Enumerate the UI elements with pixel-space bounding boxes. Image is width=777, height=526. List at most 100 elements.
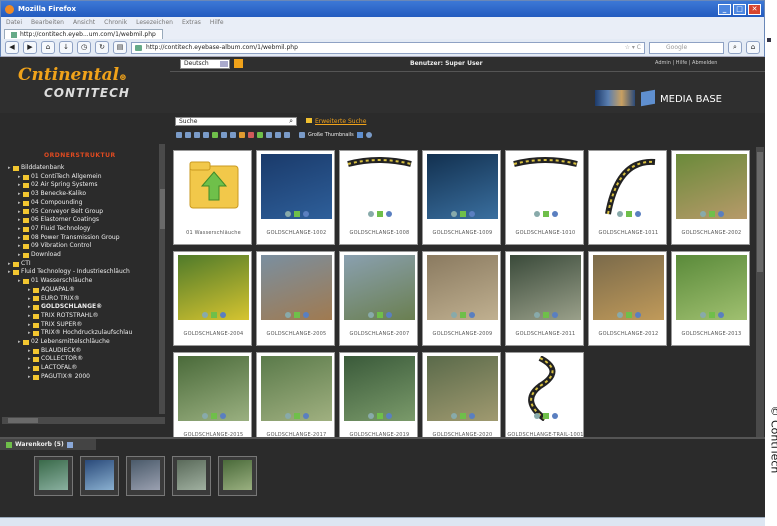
expand-icon[interactable]: ▸ bbox=[18, 208, 21, 217]
menu-item[interactable]: Datei bbox=[6, 19, 22, 26]
info-icon[interactable] bbox=[303, 312, 309, 318]
expand-icon[interactable]: ▸ bbox=[28, 321, 31, 330]
zoom-icon[interactable] bbox=[700, 211, 706, 217]
expand-icon[interactable]: ▸ bbox=[28, 286, 31, 295]
search-input[interactable]: Suche ⌕ bbox=[175, 117, 297, 126]
expand-icon[interactable]: ▸ bbox=[18, 234, 21, 243]
tree-item[interactable]: ▸ 08 Power Transmission Group bbox=[2, 234, 165, 243]
browser-search-input[interactable]: Google bbox=[649, 41, 724, 54]
zoom-icon[interactable] bbox=[451, 211, 457, 217]
thumbnail-card[interactable]: GOLDSCHLANGE-TRAIL-1001 bbox=[505, 352, 584, 447]
upload-icon[interactable] bbox=[212, 132, 218, 138]
toolbar-icon-4[interactable] bbox=[203, 132, 209, 138]
zoom-icon[interactable] bbox=[285, 413, 291, 419]
info-icon[interactable] bbox=[718, 211, 724, 217]
info-icon[interactable] bbox=[386, 413, 392, 419]
add-to-cart-icon[interactable] bbox=[709, 312, 715, 318]
reload-button[interactable]: ↻ bbox=[95, 41, 109, 54]
tree-item[interactable]: ▸ Fluid Technology - Industrieschläuch bbox=[2, 268, 165, 277]
thumbnail-image[interactable] bbox=[676, 154, 747, 219]
sidebar-horizontal-scrollbar[interactable] bbox=[2, 417, 165, 424]
add-to-cart-icon[interactable] bbox=[626, 312, 632, 318]
grid-scrollbar[interactable] bbox=[756, 147, 764, 437]
minimize-button[interactable]: _ bbox=[718, 3, 731, 15]
sidebar-scrollbar[interactable] bbox=[159, 144, 165, 414]
tree-item[interactable]: ▸ CTI bbox=[2, 260, 165, 269]
expand-icon[interactable]: ▸ bbox=[28, 295, 31, 304]
thumbnail-image[interactable] bbox=[510, 255, 581, 320]
tree-item[interactable]: ▸ COLLECTOR® bbox=[2, 355, 165, 364]
home-button[interactable]: ⌂ bbox=[746, 41, 760, 54]
thumbnail-image[interactable] bbox=[344, 255, 415, 320]
expand-icon[interactable]: ▸ bbox=[18, 199, 21, 208]
expand-icon[interactable]: ▸ bbox=[28, 355, 31, 364]
tree-item[interactable]: ▸ 06 Elastomer Coatings bbox=[2, 216, 165, 225]
add-to-cart-icon[interactable] bbox=[543, 312, 549, 318]
zoom-icon[interactable] bbox=[700, 312, 706, 318]
maximize-button[interactable]: □ bbox=[733, 3, 746, 15]
thumbnail-card[interactable]: GOLDSCHLANGE-2019 bbox=[339, 352, 418, 447]
download-icon[interactable]: ↓ bbox=[59, 41, 73, 54]
tree-item[interactable]: ▸ LACTOFAL® bbox=[2, 364, 165, 373]
expand-icon[interactable]: ▸ bbox=[28, 347, 31, 356]
thumbnail-card[interactable]: GOLDSCHLANGE-1010 bbox=[505, 150, 584, 245]
tree-item[interactable]: ▸ 02 Air Spring Systems bbox=[2, 181, 165, 190]
add-to-cart-icon[interactable] bbox=[294, 312, 300, 318]
tree-item[interactable]: ▸ GOLDSCHLANGE® bbox=[2, 303, 165, 312]
menu-item[interactable]: Lesezeichen bbox=[136, 19, 173, 26]
cart-item[interactable] bbox=[218, 456, 257, 496]
thumbnail-card[interactable]: GOLDSCHLANGE-2020 bbox=[422, 352, 501, 447]
tree-item[interactable]: ▸ 02 Lebensmittelschläuche bbox=[2, 338, 165, 347]
info-icon[interactable] bbox=[635, 211, 641, 217]
expand-icon[interactable]: ▸ bbox=[8, 164, 11, 173]
thumbnail-card[interactable]: GOLDSCHLANGE-2002 bbox=[671, 150, 750, 245]
thumbnail-image[interactable] bbox=[261, 356, 332, 421]
menu-item[interactable]: Ansicht bbox=[73, 19, 95, 26]
toolbar-icon-7[interactable] bbox=[239, 132, 245, 138]
zoom-icon[interactable] bbox=[534, 413, 540, 419]
info-icon[interactable] bbox=[469, 211, 475, 217]
thumbnail-image[interactable] bbox=[261, 154, 332, 219]
tree-item[interactable]: ▸ Bilddatenbank bbox=[2, 164, 165, 173]
info-icon[interactable] bbox=[303, 211, 309, 217]
language-select[interactable]: Deutsch bbox=[180, 59, 230, 69]
expand-icon[interactable]: ▸ bbox=[18, 251, 21, 260]
add-to-cart-icon[interactable] bbox=[460, 211, 466, 217]
toolbar-icon-3[interactable] bbox=[194, 132, 200, 138]
add-to-cart-icon[interactable] bbox=[377, 211, 383, 217]
folder-icon[interactable] bbox=[178, 154, 249, 219]
zoom-icon[interactable] bbox=[617, 312, 623, 318]
zoom-icon[interactable] bbox=[617, 211, 623, 217]
menu-item[interactable]: Chronik bbox=[104, 19, 127, 26]
tree-item[interactable]: ▸ AQUAPAL® bbox=[2, 286, 165, 295]
toolbar-icon-5[interactable] bbox=[221, 132, 227, 138]
add-to-cart-icon[interactable] bbox=[543, 413, 549, 419]
thumbnail-image[interactable] bbox=[593, 255, 664, 320]
toolbar-icon-9[interactable] bbox=[266, 132, 272, 138]
zoom-icon[interactable] bbox=[285, 211, 291, 217]
info-icon[interactable] bbox=[365, 132, 372, 138]
add-to-cart-icon[interactable] bbox=[211, 413, 217, 419]
expand-icon[interactable]: ▸ bbox=[18, 338, 21, 347]
info-icon[interactable] bbox=[635, 312, 641, 318]
menu-item[interactable]: Bearbeiten bbox=[31, 19, 64, 26]
bookmark-icon[interactable]: ▤ bbox=[113, 41, 127, 54]
tree-item[interactable]: ▸ 07 Fluid Technology bbox=[2, 225, 165, 234]
toolbar-icon-1[interactable] bbox=[176, 132, 182, 138]
add-to-cart-icon[interactable] bbox=[377, 413, 383, 419]
expand-icon[interactable]: ▸ bbox=[28, 312, 31, 321]
expand-icon[interactable]: ▸ bbox=[18, 277, 21, 286]
toolbar-icon-6[interactable] bbox=[230, 132, 236, 138]
cart-item[interactable] bbox=[172, 456, 211, 496]
info-icon[interactable] bbox=[220, 312, 226, 318]
add-to-cart-icon[interactable] bbox=[460, 312, 466, 318]
toolbar-icon-11[interactable] bbox=[284, 132, 290, 138]
thumbnail-card[interactable]: GOLDSCHLANGE-2009 bbox=[422, 251, 501, 346]
toolbar-icon-10[interactable] bbox=[275, 132, 281, 138]
info-icon[interactable] bbox=[552, 211, 558, 217]
info-icon[interactable] bbox=[552, 312, 558, 318]
add-to-cart-icon[interactable] bbox=[709, 211, 715, 217]
thumbnail-card[interactable]: GOLDSCHLANGE-2013 bbox=[671, 251, 750, 346]
tree-item[interactable]: ▸ 09 Vibration Control bbox=[2, 242, 165, 251]
expand-icon[interactable]: ▸ bbox=[8, 260, 11, 269]
